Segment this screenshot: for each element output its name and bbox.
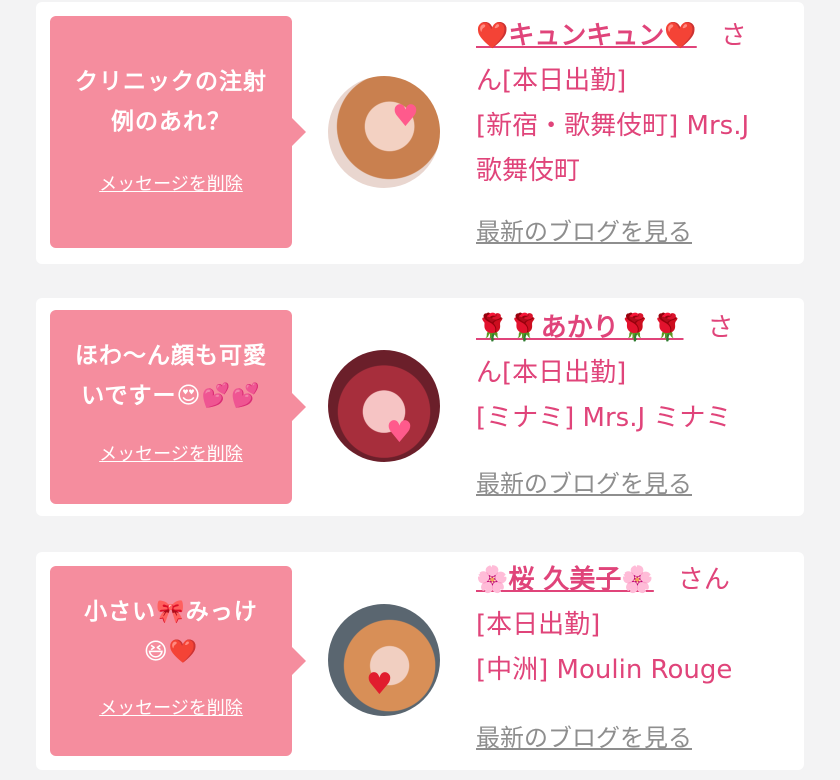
- delete-message-link[interactable]: メッセージを削除: [50, 694, 292, 720]
- shop-name: [中洲] Moulin Rouge: [476, 655, 733, 685]
- heart-sticker-icon: ♥: [366, 667, 393, 702]
- latest-blog-link[interactable]: 最新のブログを見る: [476, 212, 692, 247]
- avatar[interactable]: ♥: [328, 76, 440, 188]
- shop-name: [新宿・歌舞伎町] Mrs.J: [476, 111, 750, 141]
- message-bubble: 小さい🎀みっけ 😆❤️ メッセージを削除: [50, 566, 306, 756]
- message-line: 例のあれ？: [111, 109, 231, 135]
- message-line: ほわ〜ん顔も可愛: [75, 343, 267, 369]
- message-card: ほわ〜ん顔も可愛 いですー😍💕💕 メッセージを削除 ♥ 🌹🌹あかり🌹🌹 さ ん[…: [36, 298, 804, 516]
- sender-name-link[interactable]: ❤️キュンキュン❤️: [476, 14, 697, 59]
- message-text: 小さい🎀みっけ 😆❤️: [60, 592, 282, 672]
- message-bubble: クリニックの注射 例のあれ？ メッセージを削除: [50, 16, 306, 248]
- latest-blog-link[interactable]: 最新のブログを見る: [476, 718, 692, 753]
- message-text: クリニックの注射 例のあれ？: [60, 62, 282, 142]
- sender-info: 🌹🌹あかり🌹🌹 さ ん[本日出勤] [ミナミ] Mrs.J ミナミ: [476, 306, 796, 441]
- work-status: ん[本日出勤]: [476, 358, 627, 388]
- avatar[interactable]: ♥: [328, 350, 440, 462]
- sender-info: 🌸桜 久美子🌸 さん [本日出勤] [中洲] Moulin Rouge: [476, 558, 796, 693]
- honorific: さ: [707, 313, 734, 343]
- message-text: ほわ〜ん顔も可愛 いですー😍💕💕: [60, 336, 282, 416]
- message-line: いですー😍💕💕: [81, 383, 261, 409]
- avatar[interactable]: ♥: [328, 604, 440, 716]
- message-line: クリニックの注射: [75, 69, 267, 95]
- name-line: 🌹🌹あかり🌹🌹 さ: [476, 306, 796, 351]
- sender-name-link[interactable]: 🌸桜 久美子🌸: [476, 558, 654, 603]
- name-line: ❤️キュンキュン❤️ さ: [476, 14, 796, 59]
- shop-name-cont: 歌舞伎町: [476, 156, 581, 186]
- delete-message-link[interactable]: メッセージを削除: [50, 440, 292, 466]
- honorific: さ: [720, 21, 747, 51]
- heart-sticker-icon: ♥: [392, 99, 419, 134]
- delete-message-link[interactable]: メッセージを削除: [50, 170, 292, 196]
- name-line: 🌸桜 久美子🌸 さん: [476, 558, 796, 603]
- shop-name: [ミナミ] Mrs.J ミナミ: [476, 403, 732, 433]
- sender-info: ❤️キュンキュン❤️ さ ん[本日出勤] [新宿・歌舞伎町] Mrs.J 歌舞伎…: [476, 14, 796, 194]
- message-line: 小さい🎀みっけ: [84, 599, 258, 625]
- latest-blog-link[interactable]: 最新のブログを見る: [476, 464, 692, 499]
- message-bubble: ほわ〜ん顔も可愛 いですー😍💕💕 メッセージを削除: [50, 310, 306, 504]
- work-status: ん[本日出勤]: [476, 66, 627, 96]
- message-card: 小さい🎀みっけ 😆❤️ メッセージを削除 ♥ 🌸桜 久美子🌸 さん [本日出勤]…: [36, 552, 804, 770]
- honorific: さん: [677, 565, 730, 595]
- message-line: 😆❤️: [143, 639, 199, 665]
- heart-sticker-icon: ♥: [386, 415, 413, 450]
- message-card: クリニックの注射 例のあれ？ メッセージを削除 ♥ ❤️キュンキュン❤️ さ ん…: [36, 2, 804, 264]
- sender-name-link[interactable]: 🌹🌹あかり🌹🌹: [476, 306, 684, 351]
- message-list: クリニックの注射 例のあれ？ メッセージを削除 ♥ ❤️キュンキュン❤️ さ ん…: [0, 0, 840, 780]
- work-status: [本日出勤]: [476, 610, 601, 640]
